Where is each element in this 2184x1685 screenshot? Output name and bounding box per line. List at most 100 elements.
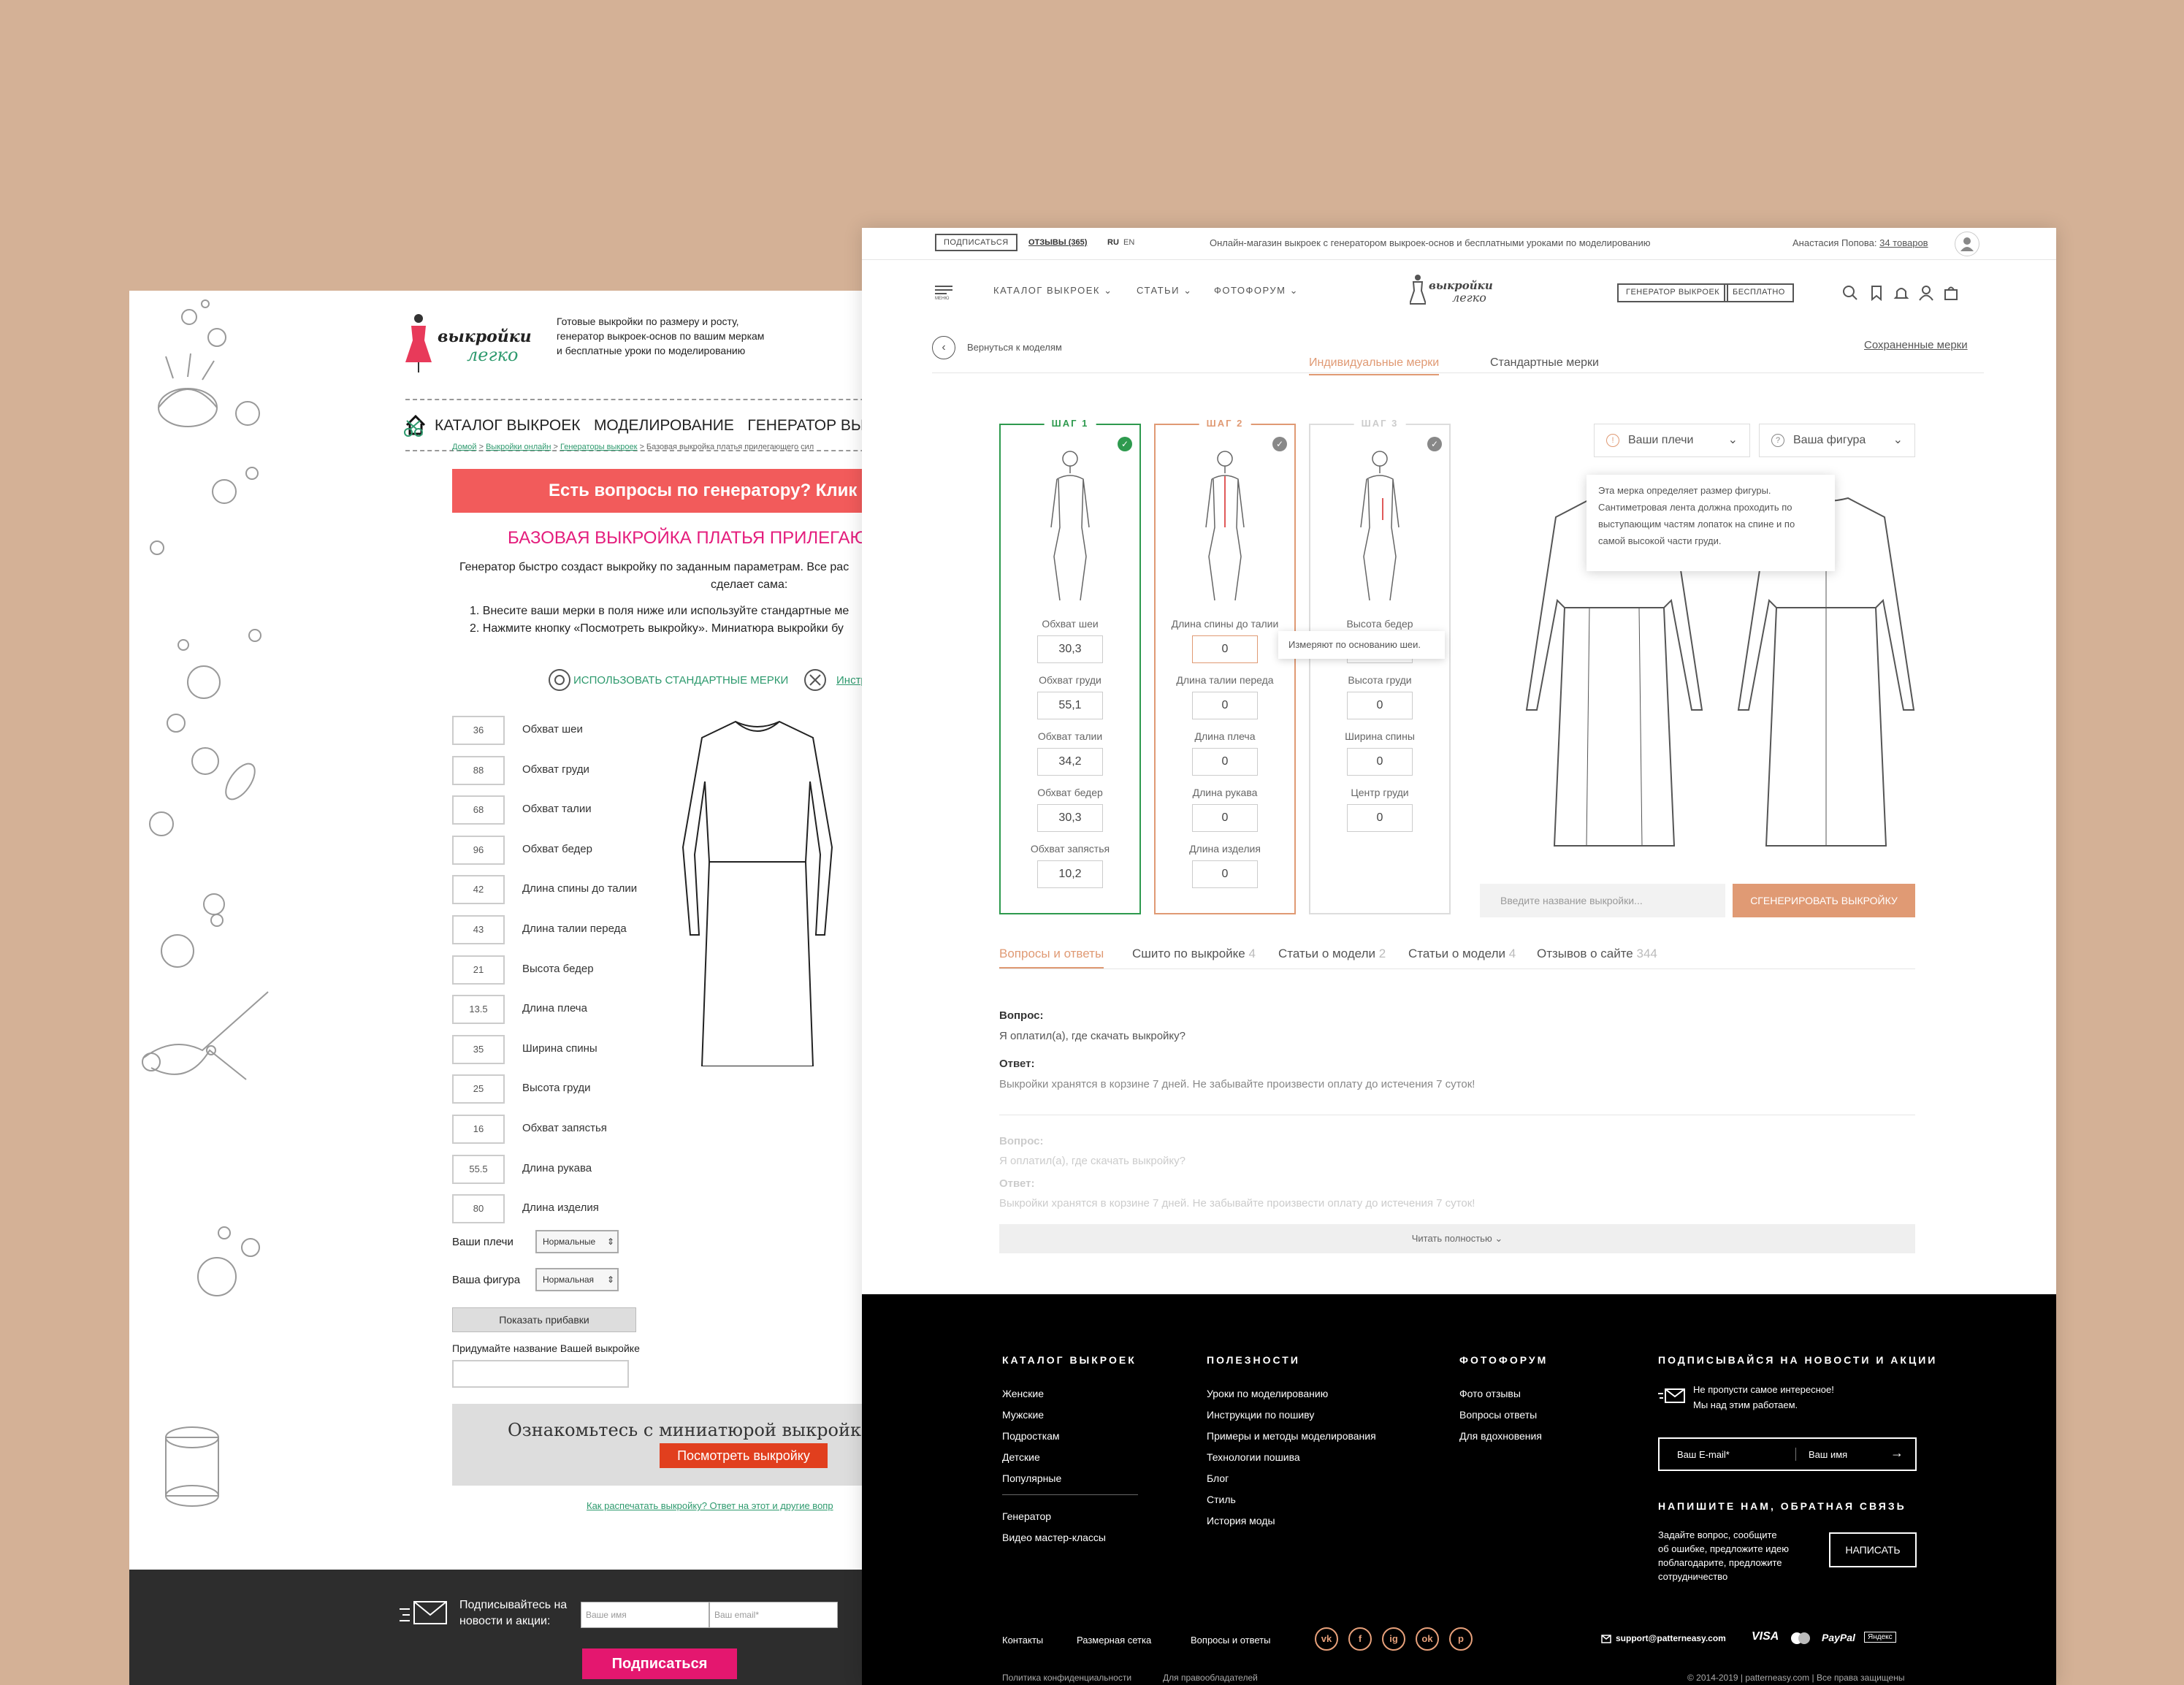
crumb-online[interactable]: Выкройки онлайн (486, 443, 551, 451)
arrow-right-icon[interactable]: → (1890, 1445, 1904, 1461)
generator-button[interactable]: ГЕНЕРАТОР ВЫКРОЕК (1617, 283, 1729, 302)
measure-input[interactable]: 35 (452, 1034, 505, 1064)
generate-pattern-button[interactable]: СГЕНЕРИРОВАТЬ ВЫКРОЙКУ (1733, 884, 1915, 917)
cart-count-link[interactable]: 34 товаров (1879, 237, 1928, 248)
footer-link[interactable]: Генератор (1002, 1510, 1051, 1522)
measure-input[interactable]: 16 (452, 1115, 505, 1144)
old-figure-select[interactable]: Нормальная ⇕ (535, 1268, 619, 1291)
step-field-input[interactable]: 0 (1192, 748, 1258, 776)
back-to-models-link[interactable]: Вернуться к моделям (967, 342, 1062, 353)
measure-input[interactable]: 96 (452, 835, 505, 865)
footer-link[interactable]: Блог (1207, 1472, 1229, 1484)
nav-photoforum[interactable]: ФОТОФОРУМ ⌄ (1214, 285, 1299, 297)
footer-link[interactable]: Для вдохновения (1459, 1430, 1542, 1442)
footer-link[interactable]: Контакты (1002, 1635, 1043, 1646)
vk-icon[interactable]: vk (1315, 1627, 1338, 1651)
facebook-icon[interactable]: f (1348, 1627, 1372, 1651)
footer-link[interactable]: Подросткам (1002, 1430, 1060, 1442)
old-nav-modeling[interactable]: МОДЕЛИРОВАНИЕ (594, 417, 734, 434)
footer-link[interactable]: История моды (1207, 1515, 1275, 1527)
step-field-input[interactable]: 0 (1192, 692, 1258, 719)
measure-input[interactable]: 68 (452, 795, 505, 825)
qa-tab[interactable]: Статьи о модели 4 (1408, 947, 1516, 961)
nav-catalog[interactable]: КАТАЛОГ ВЫКРОЕК ⌄ (993, 285, 1113, 297)
step-field-input[interactable]: 0 (1347, 692, 1413, 719)
footer-link[interactable]: Видео мастер-классы (1002, 1532, 1106, 1543)
footer-link[interactable]: Женские (1002, 1388, 1044, 1399)
footer-link[interactable]: Инструкции по пошиву (1207, 1409, 1314, 1421)
measure-input[interactable]: 36 (452, 716, 505, 745)
support-email-link[interactable]: support@patterneasy.com (1616, 1633, 1726, 1643)
old-shoulders-select[interactable]: Нормальные ⇕ (535, 1230, 619, 1253)
bookmark-icon[interactable] (1868, 285, 1885, 301)
footer-name-input[interactable]: Ваш имя (1809, 1449, 1847, 1460)
pattern-name-input[interactable] (452, 1360, 629, 1388)
step-field-input[interactable]: 0 (1192, 860, 1258, 888)
free-button[interactable]: БЕСПЛАТНО (1724, 283, 1794, 302)
measure-input[interactable]: 43 (452, 915, 505, 944)
user-icon[interactable] (1918, 285, 1934, 301)
old-email-input[interactable]: Ваш email* (709, 1602, 838, 1628)
rights-holders-link[interactable]: Для правообладателей (1163, 1673, 1258, 1683)
top-subscribe-button[interactable]: ПОДПИСАТЬСЯ (935, 234, 1017, 251)
how-to-print-link[interactable]: Как распечатать выкройку? Ответ на этот … (587, 1500, 833, 1511)
footer-link[interactable]: Мужские (1002, 1409, 1044, 1421)
back-arrow-icon[interactable]: ‹ (932, 336, 955, 359)
old-logo[interactable]: выкройки легко (405, 311, 532, 374)
qa-tab[interactable]: Вопросы и ответы (999, 947, 1104, 968)
footer-email-input[interactable]: Ваш E-mail* (1677, 1449, 1730, 1460)
step-field-input[interactable]: 34,2 (1037, 748, 1103, 776)
menu-icon[interactable] (935, 285, 952, 295)
crumb-generators[interactable]: Генераторы выкроек (560, 443, 637, 451)
figure-select[interactable]: ? Ваша фигура ⌄ (1759, 424, 1915, 457)
privacy-policy-link[interactable]: Политика конфиденциальности (1002, 1673, 1131, 1683)
saved-measures-link[interactable]: Сохраненные мерки (1864, 339, 1968, 351)
nav-articles[interactable]: СТАТЬИ ⌄ (1137, 285, 1192, 297)
old-nav-catalog[interactable]: КАТАЛОГ ВЫКРОЕК (435, 417, 580, 434)
qa-tab[interactable]: Отзывов о сайте 344 (1537, 947, 1657, 961)
pinterest-icon[interactable]: p (1449, 1627, 1473, 1651)
footer-link[interactable]: Фото отзывы (1459, 1388, 1521, 1399)
odnoklassniki-icon[interactable]: ok (1416, 1627, 1439, 1651)
read-more-button[interactable]: Читать полностью ⌄ (999, 1224, 1915, 1253)
write-us-button[interactable]: НАПИСАТЬ (1829, 1532, 1917, 1567)
show-allowances-button[interactable]: Показать прибавки (452, 1307, 636, 1332)
measure-input[interactable]: 42 (452, 875, 505, 905)
new-logo[interactable]: выкройки легко (1410, 270, 1512, 314)
step-field-input[interactable]: 30,3 (1037, 804, 1103, 832)
lang-en[interactable]: EN (1123, 238, 1134, 247)
shoulders-select[interactable]: ! Ваши плечи ⌄ (1594, 424, 1750, 457)
measure-input[interactable]: 80 (452, 1194, 505, 1224)
measure-input[interactable]: 13.5 (452, 995, 505, 1025)
step-field-input[interactable]: 0 (1192, 804, 1258, 832)
step-field-input[interactable]: 0 (1347, 804, 1413, 832)
footer-link[interactable]: Размерная сетка (1077, 1635, 1151, 1646)
measure-input[interactable]: 55.5 (452, 1154, 505, 1184)
measure-input[interactable]: 25 (452, 1074, 505, 1104)
instagram-icon[interactable]: ig (1382, 1627, 1405, 1651)
old-name-input[interactable]: Ваше имя (581, 1602, 709, 1628)
step-field-input[interactable]: 30,3 (1037, 635, 1103, 663)
tab-standard-measures[interactable]: Стандартные мерки (1490, 356, 1599, 370)
step-field-input[interactable]: 55,1 (1037, 692, 1103, 719)
lang-ru[interactable]: RU (1107, 238, 1119, 247)
step-field-input[interactable]: 0 (1192, 635, 1258, 663)
search-icon[interactable] (1842, 285, 1858, 301)
shopping-bag-icon[interactable] (1943, 285, 1959, 301)
user-avatar[interactable] (1955, 232, 1979, 256)
qa-tab[interactable]: Статьи о модели 2 (1278, 947, 1386, 961)
crumb-home[interactable]: Домой (452, 443, 477, 451)
use-standard-measures-link[interactable]: ИСПОЛЬЗОВАТЬ СТАНДАРТНЫЕ МЕРКИ (573, 674, 788, 687)
footer-link[interactable]: Вопросы ответы (1459, 1409, 1537, 1421)
footer-link[interactable]: Стиль (1207, 1494, 1236, 1505)
view-pattern-button[interactable]: Посмотреть выкройку (660, 1443, 828, 1468)
footer-link[interactable]: Детские (1002, 1451, 1040, 1463)
top-reviews-link[interactable]: ОТЗЫВЫ (365) (1028, 238, 1087, 247)
footer-link[interactable]: Уроки по моделированию (1207, 1388, 1328, 1399)
footer-link[interactable]: Примеры и методы моделирования (1207, 1430, 1376, 1442)
measure-input[interactable]: 21 (452, 955, 505, 985)
footer-link[interactable]: Вопросы и ответы (1191, 1635, 1270, 1646)
footer-link[interactable]: Технологии пошива (1207, 1451, 1300, 1463)
step-field-input[interactable]: 0 (1347, 748, 1413, 776)
pattern-name-input[interactable]: Введите название выкройки... (1480, 884, 1725, 917)
